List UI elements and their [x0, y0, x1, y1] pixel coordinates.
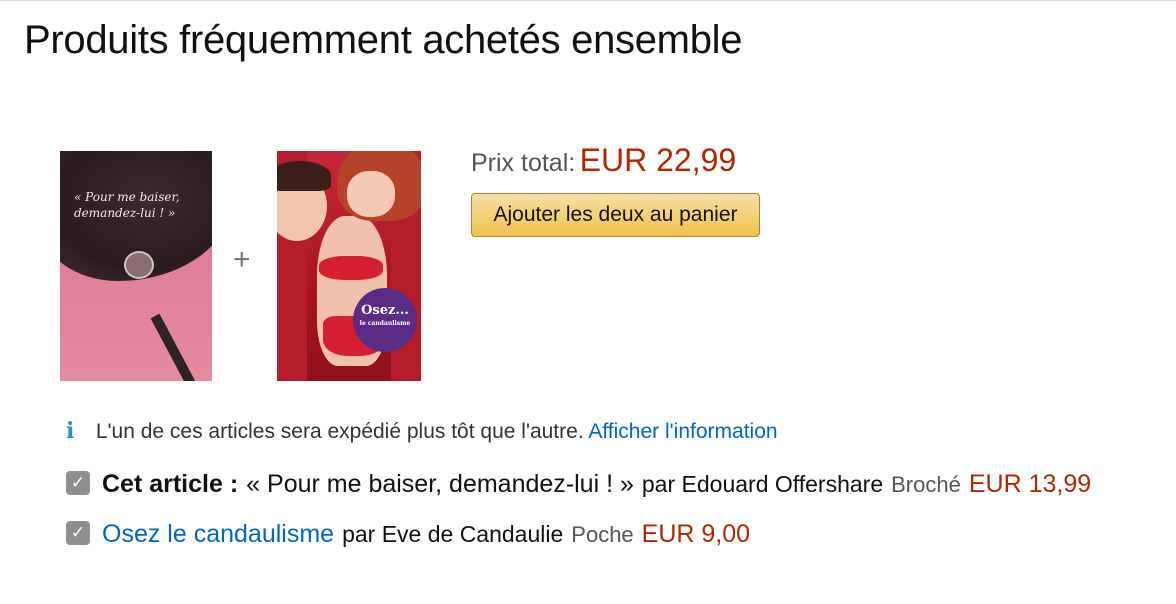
total-price-line: Prix total: EUR 22,99 [471, 142, 736, 179]
show-information-link[interactable]: Afficher l'information [588, 420, 777, 443]
cover-badge: Osez... le candaulisme [353, 288, 417, 352]
top-divider [0, 0, 1176, 1]
total-price-value: EUR 22,99 [579, 142, 737, 178]
bundle-item: ✓ Cet article : « Pour me baiser, demandez… [66, 470, 1091, 499]
cover-figure-man-hair [277, 161, 331, 191]
shipping-notice: i L'un de ces articles sera expédié plus… [66, 418, 778, 444]
item-2-price: EUR 9,00 [641, 520, 751, 548]
item-1-checkbox[interactable]: ✓ [66, 471, 90, 496]
this-item-label: Cet article : [102, 470, 239, 498]
item-2-format: Poche [571, 522, 634, 547]
checkmark-icon: ✓ [70, 523, 86, 543]
info-icon: i [66, 418, 75, 444]
item-2-checkbox[interactable]: ✓ [66, 521, 90, 546]
checkmark-icon: ✓ [70, 473, 86, 493]
cover-heart-pendant [124, 251, 154, 279]
section-title: Produits fréquemment achetés ensemble [24, 18, 743, 62]
item-2-title-link[interactable]: Osez le candaulisme [102, 520, 334, 548]
item-2-author: par Eve de Candaulie [342, 521, 564, 547]
plus-icon: + [233, 243, 251, 276]
cover-artwork-strap [150, 313, 212, 381]
item-1-title: « Pour me baiser, demandez-lui ! » [246, 470, 634, 498]
item-1-author: par Edouard Offershare [641, 471, 884, 497]
cover-figure-top [319, 256, 383, 280]
bundle-item: ✓ Osez le candaulisme par Eve de Candaulie… [66, 520, 750, 549]
item-1-format: Broché [891, 472, 961, 497]
add-both-to-cart-button[interactable]: Ajouter les deux au panier [471, 193, 760, 237]
cover-badge-subtitle: le candaulisme [359, 320, 411, 327]
cover-badge-title: Osez... [361, 303, 409, 318]
item-1-price: EUR 13,99 [968, 470, 1092, 498]
total-price-label: Prix total: [471, 149, 576, 177]
cover-title: « Pour me baiser, demandez-lui ! » [74, 190, 180, 220]
cover-figure-face [347, 171, 395, 217]
product-image-2[interactable]: Osez... le candaulisme [277, 151, 421, 381]
product-image-1[interactable]: « Pour me baiser, demandez-lui ! » [60, 151, 212, 381]
shipping-notice-text: L'un de ces articles sera expédié plus t… [95, 420, 584, 443]
